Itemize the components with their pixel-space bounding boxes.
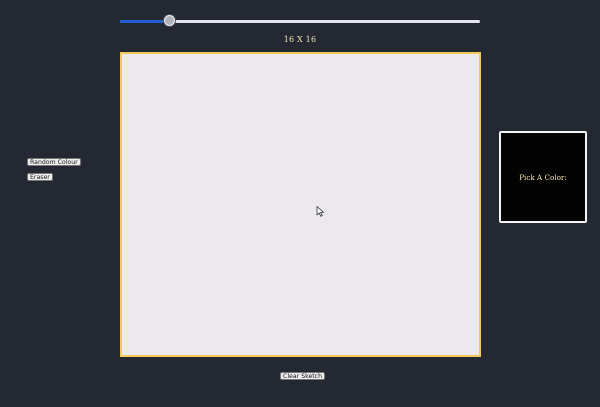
random-colour-button[interactable]: Random Colour bbox=[27, 158, 81, 166]
mouse-pointer-icon bbox=[316, 206, 324, 217]
color-picker[interactable]: Pick A Color: bbox=[499, 131, 587, 223]
sketch-canvas[interactable] bbox=[120, 52, 481, 357]
color-picker-label: Pick A Color: bbox=[519, 173, 567, 182]
etch-a-sketch-app: 16 X 16 Random Colour Eraser Pick A Colo… bbox=[0, 0, 600, 407]
grid-size-label: 16 X 16 bbox=[283, 35, 317, 44]
slider-fill bbox=[120, 20, 171, 23]
clear-sketch-button[interactable]: Clear Sketch bbox=[280, 372, 325, 380]
slider-thumb[interactable] bbox=[164, 15, 176, 26]
eraser-button[interactable]: Eraser bbox=[27, 173, 53, 181]
grid-size-slider[interactable] bbox=[120, 15, 480, 27]
